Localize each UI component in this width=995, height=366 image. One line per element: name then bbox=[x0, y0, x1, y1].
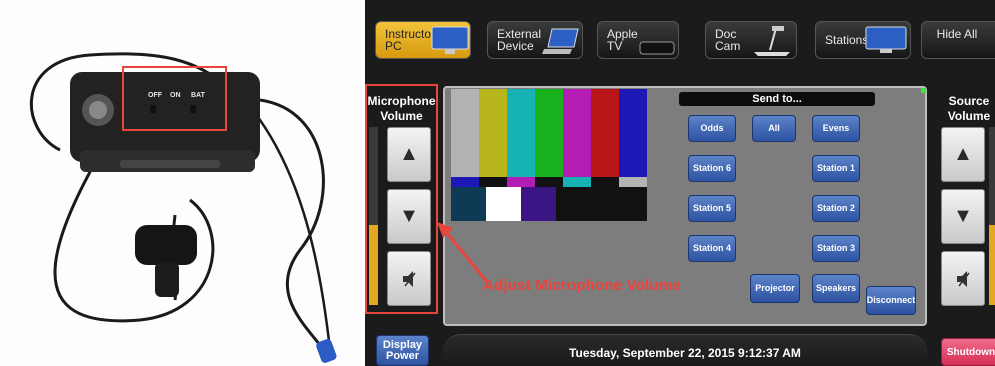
source-button-external-device[interactable]: External Device bbox=[487, 21, 583, 59]
hide-all-button[interactable]: Hide All bbox=[921, 21, 995, 59]
source-button-apple-tv[interactable]: Apple TV bbox=[597, 21, 679, 59]
source-volume-level bbox=[989, 224, 995, 305]
disconnect-button[interactable]: Disconnect bbox=[866, 286, 916, 315]
speaker-mute-icon bbox=[403, 271, 416, 287]
source-volume-up-button[interactable]: ▲ bbox=[941, 127, 985, 182]
source-volume-title: Source Volume bbox=[947, 94, 991, 123]
status-indicator bbox=[921, 88, 926, 93]
annotation-callout: Adjust Microphone Volume bbox=[483, 277, 681, 294]
microphone-volume-meter bbox=[369, 127, 378, 305]
display-power-button[interactable]: Display Power bbox=[376, 335, 429, 366]
send-odds-button[interactable]: Odds bbox=[688, 115, 736, 142]
send-to-panel: Send to... Odds All Evens Station 6 Stat… bbox=[443, 86, 927, 326]
send-station-6-button[interactable]: Station 6 bbox=[688, 155, 736, 182]
send-station-2-button[interactable]: Station 2 bbox=[812, 195, 860, 222]
source-label: Instructor PC bbox=[385, 27, 436, 53]
document-camera-icon bbox=[754, 26, 790, 56]
appletv-icon bbox=[639, 41, 675, 55]
source-mute-button[interactable] bbox=[941, 251, 985, 306]
monitor-icon bbox=[431, 26, 469, 54]
triangle-down-icon: ▼ bbox=[399, 205, 419, 227]
send-evens-button[interactable]: Evens bbox=[812, 115, 860, 142]
send-station-3-button[interactable]: Station 3 bbox=[812, 235, 860, 262]
source-button-stations[interactable]: Stations bbox=[815, 21, 911, 59]
send-projector-button[interactable]: Projector bbox=[750, 274, 800, 303]
bodypack-illustration bbox=[29, 52, 337, 363]
send-station-1-button[interactable]: Station 1 bbox=[812, 155, 860, 182]
date-time-display: Tuesday, September 22, 2015 9:12:37 AM bbox=[443, 334, 927, 366]
triangle-up-icon: ▲ bbox=[953, 143, 973, 165]
shutdown-button[interactable]: Shutdown bbox=[941, 338, 995, 366]
microphone-photo: OFF ON BAT bbox=[0, 0, 362, 366]
switch-label-bat: BAT bbox=[191, 92, 205, 99]
microphone-mute-button[interactable] bbox=[387, 251, 431, 306]
source-button-instructor-pc[interactable]: Instructor PC bbox=[375, 21, 471, 59]
switch-label-on: ON bbox=[170, 92, 181, 99]
send-speakers-button[interactable]: Speakers bbox=[812, 274, 860, 303]
send-station-5-button[interactable]: Station 5 bbox=[688, 195, 736, 222]
send-to-title: Send to... bbox=[679, 92, 875, 106]
source-volume-meter bbox=[989, 127, 995, 305]
hide-all-label: Hide All bbox=[936, 27, 978, 41]
triangle-up-icon: ▲ bbox=[399, 143, 419, 165]
source-label: External Device bbox=[497, 27, 542, 53]
speaker-mute-icon bbox=[957, 271, 970, 287]
send-station-4-button[interactable]: Station 4 bbox=[688, 235, 736, 262]
annotation-arrow bbox=[437, 222, 489, 283]
send-all-button[interactable]: All bbox=[752, 115, 796, 142]
microphone-volume-title: Microphone Volume bbox=[367, 94, 436, 123]
source-button-doc-cam[interactable]: Doc Cam bbox=[705, 21, 797, 59]
microphone-volume-down-button[interactable]: ▼ bbox=[387, 189, 431, 244]
monitor-icon bbox=[865, 26, 907, 53]
microphone-volume-up-button[interactable]: ▲ bbox=[387, 127, 431, 182]
source-volume-down-button[interactable]: ▼ bbox=[941, 189, 985, 244]
av-control-panel: Instructor PC External Device Apple TV D… bbox=[365, 0, 995, 366]
laptop-icon bbox=[542, 28, 579, 54]
microphone-volume-level bbox=[369, 224, 378, 305]
triangle-down-icon: ▼ bbox=[953, 205, 973, 227]
color-bars-preview bbox=[451, 89, 647, 221]
switch-label-off: OFF bbox=[148, 92, 162, 99]
